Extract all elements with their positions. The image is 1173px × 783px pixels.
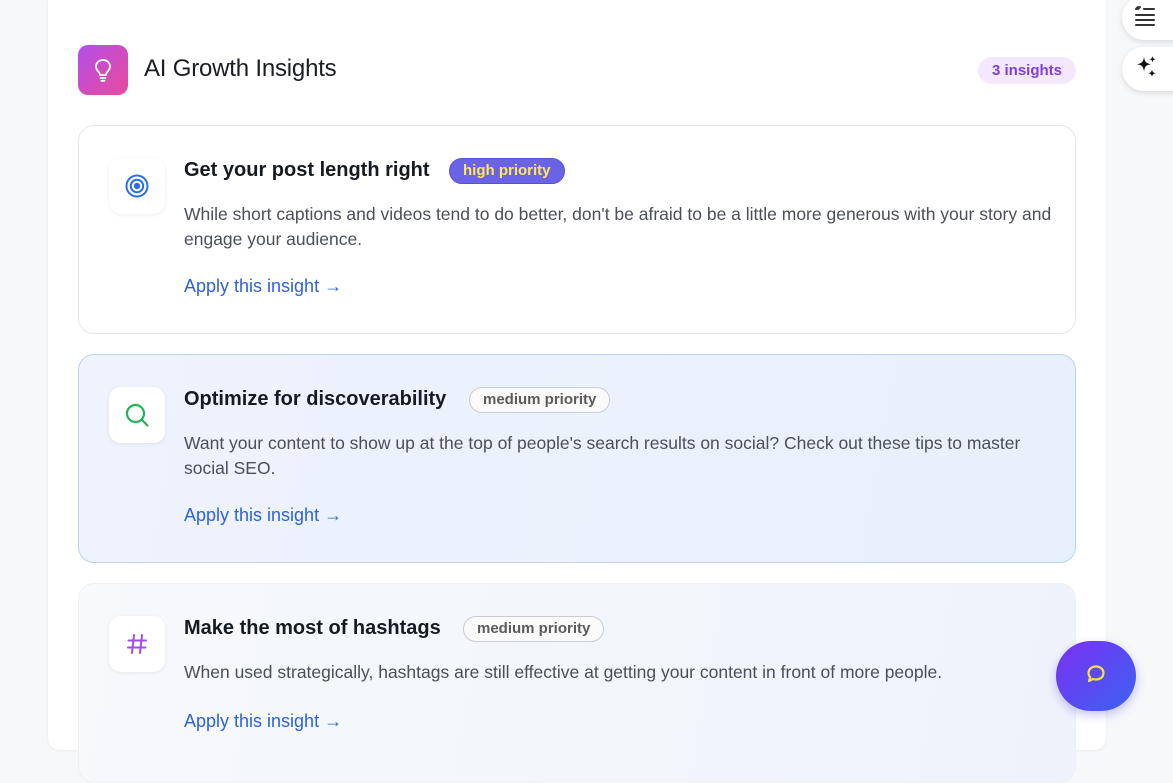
quote-list-icon [1133, 4, 1157, 33]
ai-sparkles-button[interactable] [1122, 47, 1173, 91]
insight-description: When used strategically, hashtags are st… [184, 662, 943, 682]
priority-badge: high priority [449, 158, 565, 184]
insight-title: Make the most of hashtags [184, 617, 441, 639]
chat-bubble-icon [1085, 663, 1107, 690]
insight-title: Get your post length right [184, 159, 430, 181]
hashtag-icon [109, 616, 165, 672]
lightbulb-icon [78, 45, 128, 95]
insight-title: Optimize for discoverability [184, 388, 447, 410]
apply-insight-link[interactable]: Apply this insight → [184, 711, 342, 732]
sparkles-icon [1133, 54, 1159, 85]
quote-list-button[interactable] [1122, 0, 1173, 40]
apply-insight-link[interactable]: Apply this insight → [184, 276, 342, 297]
insight-description: Want your content to show up at the top … [184, 433, 1021, 478]
insight-description: While short captions and videos tend to … [184, 204, 1052, 249]
chat-button[interactable] [1056, 641, 1136, 711]
priority-badge: medium priority [463, 616, 605, 642]
insight-card: Make the most of hashtags medium priorit… [78, 583, 1076, 783]
priority-badge: medium priority [469, 387, 611, 413]
insight-card: Get your post length right high priority… [78, 125, 1076, 334]
search-icon [109, 387, 165, 443]
page-title: AI Growth Insights [144, 55, 337, 82]
apply-insight-link[interactable]: Apply this insight → [184, 505, 342, 526]
insights-count-badge: 3 insights [978, 57, 1077, 84]
insight-card: Optimize for discoverability medium prio… [78, 354, 1076, 563]
target-icon [109, 158, 165, 214]
